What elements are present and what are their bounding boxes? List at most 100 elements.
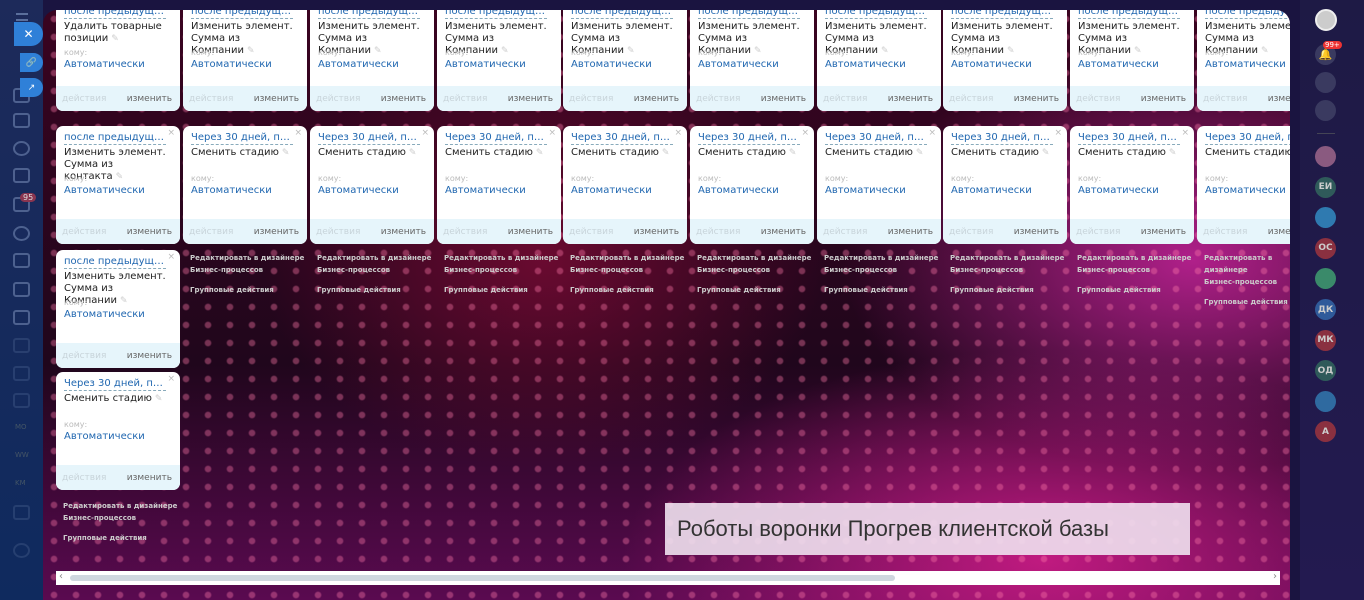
close-icon[interactable]: × — [928, 10, 936, 12]
designer-line2[interactable]: Бизнес-процессов — [190, 264, 304, 276]
robot-icon[interactable] — [13, 310, 30, 325]
robot-trigger-link[interactable]: Через 30 дней, после ... — [191, 131, 293, 145]
edit-link[interactable]: изменить — [888, 227, 933, 237]
actions-link[interactable]: действия — [62, 473, 106, 483]
robot-trigger-link[interactable]: Через 30 дней, после ... — [64, 377, 166, 391]
open-new-window-button[interactable]: ↗ — [20, 78, 43, 97]
edit-in-designer-link[interactable]: Редактировать в дизайнере Бизнес-процессо… — [317, 252, 431, 276]
group-actions-link[interactable]: Групповые действия — [1077, 284, 1191, 296]
close-icon[interactable]: × — [294, 10, 302, 12]
chat-icon[interactable] — [1315, 100, 1336, 121]
cart-icon[interactable] — [13, 168, 30, 183]
robot-trigger-link[interactable]: Через 30 дней, после ... — [951, 131, 1053, 145]
actions-link[interactable]: действия — [316, 94, 360, 104]
robot-trigger-link[interactable]: Через 30 дней, после ... — [318, 131, 420, 145]
code-icon[interactable] — [13, 393, 30, 408]
crm-icon[interactable] — [1315, 72, 1336, 93]
contact-icon[interactable] — [13, 282, 30, 297]
actions-link[interactable]: действия — [189, 94, 233, 104]
store-icon[interactable] — [13, 113, 30, 128]
designer-line2[interactable]: Бизнес-процессов — [570, 264, 684, 276]
chat-avatar[interactable] — [1315, 146, 1336, 167]
robot-card[interactable]: Через 30 дней, после ... × Сменить стади… — [690, 126, 814, 244]
edit-link[interactable]: изменить — [127, 94, 172, 104]
robot-card[interactable]: Через 30 дней, после ... × Сменить стади… — [183, 126, 307, 244]
designer-line2[interactable]: Бизнес-процессов — [63, 512, 177, 524]
recipient-link[interactable]: Автоматически — [64, 185, 145, 196]
pencil-icon[interactable]: ✎ — [789, 148, 797, 158]
actions-link[interactable]: действия — [696, 227, 740, 237]
pencil-icon[interactable]: ✎ — [881, 46, 889, 56]
actions-link[interactable]: действия — [443, 94, 487, 104]
edit-in-designer-link[interactable]: Редактировать в дизайнере Бизнес-процессо… — [824, 252, 938, 276]
edit-link[interactable]: изменить — [127, 351, 172, 361]
recipient-link[interactable]: Автоматически — [698, 59, 779, 70]
edit-link[interactable]: изменить — [888, 94, 933, 104]
pencil-icon[interactable]: ✎ — [1169, 148, 1177, 158]
recipient-link[interactable]: Автоматически — [64, 59, 145, 70]
robot-trigger-link[interactable]: Через 30 дней, после ... — [825, 131, 927, 145]
actions-link[interactable]: действия — [569, 94, 613, 104]
close-icon[interactable]: × — [548, 128, 556, 138]
edit-in-designer-link[interactable]: Редактировать в дизайнере Бизнес-процессо… — [950, 252, 1064, 276]
recipient-link[interactable]: Автоматически — [571, 185, 652, 196]
edit-link[interactable]: изменить — [1268, 227, 1290, 237]
robot-trigger-link[interactable]: Через 30 дней, после ... — [445, 131, 547, 145]
edit-link[interactable]: изменить — [1141, 227, 1186, 237]
recipient-link[interactable]: Автоматически — [1078, 59, 1159, 70]
pencil-icon[interactable]: ✎ — [247, 46, 255, 56]
recipient-link[interactable]: Автоматически — [318, 59, 399, 70]
close-icon[interactable]: × — [1054, 10, 1062, 12]
robot-card[interactable]: Через 30 дней, после ... × Сменить стади… — [563, 126, 687, 244]
group-actions-link[interactable]: Групповые действия — [63, 532, 177, 544]
close-icon[interactable]: × — [421, 128, 429, 138]
actions-link[interactable]: действия — [189, 227, 233, 237]
recipient-link[interactable]: Автоматически — [825, 59, 906, 70]
edit-link[interactable]: изменить — [254, 94, 299, 104]
edit-link[interactable]: изменить — [381, 227, 426, 237]
edit-in-designer-link[interactable]: Редактировать в дизайнере Бизнес-процессо… — [570, 252, 684, 276]
recipient-link[interactable]: Автоматически — [571, 59, 652, 70]
chat-avatar[interactable] — [1315, 390, 1336, 412]
robot-trigger-link[interactable]: после предыдущего — [64, 10, 166, 19]
robot-card[interactable]: после предыдущего × Удалить товарные поз… — [56, 10, 180, 111]
designer-line2[interactable]: Бизнес-процессов — [824, 264, 938, 276]
designer-line2[interactable]: Бизнес-процессов — [697, 264, 811, 276]
actions-link[interactable]: действия — [443, 227, 487, 237]
recipient-link[interactable]: Автоматически — [191, 185, 272, 196]
actions-link[interactable]: действия — [949, 94, 993, 104]
actions-link[interactable]: действия — [1203, 227, 1247, 237]
designer-line2[interactable]: Бизнес-процессов — [444, 264, 558, 276]
recipient-link[interactable]: Автоматически — [191, 59, 272, 70]
robot-trigger-link[interactable]: Через 30 дней, после ... — [1078, 131, 1180, 145]
edit-link[interactable]: изменить — [761, 94, 806, 104]
edit-in-designer-link[interactable]: Редактировать в дизайнере Бизнес-процессо… — [697, 252, 811, 276]
doc-icon[interactable] — [13, 505, 30, 520]
chat-avatar[interactable]: ОД — [1315, 360, 1336, 382]
designer-line2[interactable]: Бизнес-процессов — [1077, 264, 1191, 276]
recipient-link[interactable]: Автоматически — [1078, 185, 1159, 196]
edit-in-designer-link[interactable]: Редактировать в дизайнере Бизнес-процессо… — [444, 252, 558, 276]
designer-line1[interactable]: Редактировать в дизайнере — [824, 252, 938, 264]
edit-in-designer-link[interactable]: Редактировать в дизайнере Бизнес-процессо… — [190, 252, 304, 276]
recipient-link[interactable]: Автоматически — [318, 185, 399, 196]
actions-link[interactable]: действия — [1076, 227, 1120, 237]
menu-icon[interactable] — [16, 13, 28, 21]
recipient-link[interactable]: Автоматически — [445, 185, 526, 196]
chat-avatar[interactable]: ЕИ — [1315, 176, 1336, 198]
actions-link[interactable]: действия — [1203, 94, 1247, 104]
flow-icon[interactable] — [13, 226, 30, 241]
pencil-icon[interactable]: ✎ — [282, 148, 290, 158]
designer-line2[interactable]: Бизнес-процессов — [1204, 276, 1290, 288]
close-icon[interactable]: × — [294, 128, 302, 138]
chat-avatar[interactable]: А — [1315, 421, 1336, 443]
robot-card[interactable]: после предыдущего, п... × Изменить элеме… — [56, 250, 180, 368]
recipient-link[interactable]: Автоматически — [445, 59, 526, 70]
edit-in-designer-link[interactable]: Редактировать в дизайнере Бизнес-процессо… — [1204, 252, 1290, 288]
robot-card[interactable]: после предыдущего, п... × Изменить элеме… — [1197, 10, 1290, 111]
recipient-link[interactable]: Автоматически — [1205, 59, 1286, 70]
close-icon[interactable]: × — [674, 128, 682, 138]
designer-line1[interactable]: Редактировать в дизайнере — [444, 252, 558, 264]
robot-card[interactable]: Через 30 дней, после ... × Сменить стади… — [1197, 126, 1290, 244]
designer-line1[interactable]: Редактировать в дизайнере — [190, 252, 304, 264]
